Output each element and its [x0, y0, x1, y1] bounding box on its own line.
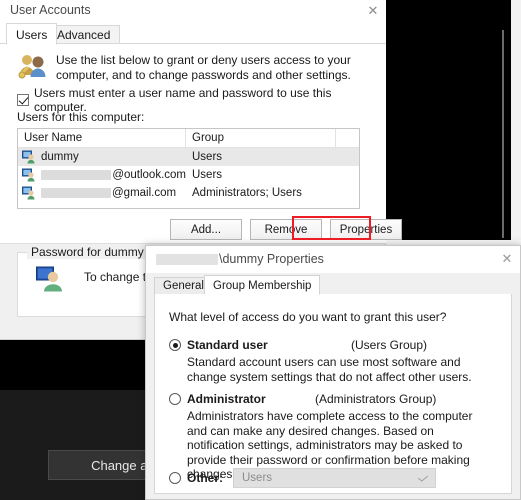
other-group-dropdown[interactable]: Users	[233, 468, 436, 488]
password-groupbox-legend: Password for dummy	[27, 245, 148, 259]
properties-button-highlight	[292, 216, 371, 240]
dialog-titlebar: \dummy Properties ✕	[146, 246, 520, 273]
radio-administrator[interactable]: Administrator	[169, 392, 266, 406]
other-group-value: Users	[242, 472, 273, 484]
radio-other-label: Other:	[187, 471, 223, 485]
table-row[interactable]: @outlook.com Users	[18, 166, 359, 184]
users-listview[interactable]: User Name Group dummy Users @outlook.com…	[17, 128, 360, 209]
user-name-text: @outlook.com	[112, 169, 186, 181]
radio-administrator-label: Administrator	[187, 392, 266, 406]
user-accounts-titlebar: User Accounts ✕	[0, 0, 386, 22]
close-icon[interactable]: ✕	[364, 2, 382, 20]
users-group-icon	[18, 55, 46, 79]
radio-button[interactable]	[169, 339, 181, 351]
tab-group-membership[interactable]: Group Membership	[204, 275, 321, 295]
user-icon	[22, 168, 35, 182]
redacted-user-prefix	[41, 170, 112, 180]
users-tab-panel: Use the list below to grant or deny user…	[0, 44, 402, 244]
properties-dialog: \dummy Properties ✕ General Group Member…	[145, 245, 521, 500]
column-header-spacer	[336, 129, 359, 147]
cell-user-name: @outlook.com	[18, 168, 186, 182]
background-black-region	[386, 0, 511, 240]
page-title: User Accounts	[10, 3, 91, 17]
dialog-tabstrip: General Group Membership	[146, 273, 520, 295]
cell-group: Users	[192, 151, 223, 163]
users-list-label: Users for this computer:	[17, 110, 145, 124]
table-row[interactable]: @gmail.com Administrators; Users	[18, 184, 359, 202]
add-button[interactable]: Add...	[170, 219, 242, 240]
redacted-user-prefix	[41, 188, 111, 198]
users-tab-description: Use the list below to grant or deny user…	[56, 53, 351, 82]
checkbox-box[interactable]	[17, 94, 29, 106]
chevron-down-icon	[417, 473, 429, 482]
table-row[interactable]: dummy Users	[18, 148, 359, 166]
radio-button[interactable]	[169, 393, 181, 405]
radio-standard-user[interactable]: Standard user	[169, 338, 268, 352]
group-membership-panel: What level of access do you want to gran…	[154, 294, 512, 494]
user-name-text: @gmail.com	[112, 187, 177, 199]
user-icon	[22, 150, 35, 164]
standard-user-group-note: (Users Group)	[351, 338, 428, 352]
dialog-title: \dummy Properties	[156, 252, 324, 266]
cell-user-name: dummy	[18, 150, 186, 164]
user-accounts-tabstrip: Users Advanced	[0, 22, 386, 45]
listview-header: User Name Group	[18, 129, 359, 148]
redacted-computer-name	[156, 253, 218, 265]
cell-group: Administrators; Users	[192, 187, 302, 199]
screen-root: ount Change accou ✕ User Accounts ✕ User…	[0, 0, 521, 500]
radio-standard-user-label: Standard user	[187, 338, 268, 352]
background-scrollbar[interactable]	[502, 30, 504, 238]
cell-user-name: @gmail.com	[18, 186, 186, 200]
standard-user-description: Standard account users can use most soft…	[187, 355, 472, 384]
user-icon	[22, 186, 35, 200]
tab-advanced[interactable]: Advanced	[47, 25, 121, 44]
cell-group: Users	[192, 169, 223, 181]
tab-users[interactable]: Users	[6, 23, 58, 45]
dialog-close-icon[interactable]: ✕	[498, 250, 516, 268]
dialog-title-text: \dummy Properties	[219, 252, 324, 266]
access-level-question: What level of access do you want to gran…	[169, 310, 447, 324]
background-window-edge	[511, 0, 521, 240]
column-header-group[interactable]: Group	[186, 129, 336, 147]
user-account-icon	[36, 266, 62, 292]
user-name-text: dummy	[41, 151, 79, 163]
radio-button[interactable]	[169, 472, 181, 484]
administrator-group-note: (Administrators Group)	[315, 392, 437, 406]
column-header-user-name[interactable]: User Name	[18, 129, 186, 147]
radio-other[interactable]: Other:	[169, 471, 223, 485]
